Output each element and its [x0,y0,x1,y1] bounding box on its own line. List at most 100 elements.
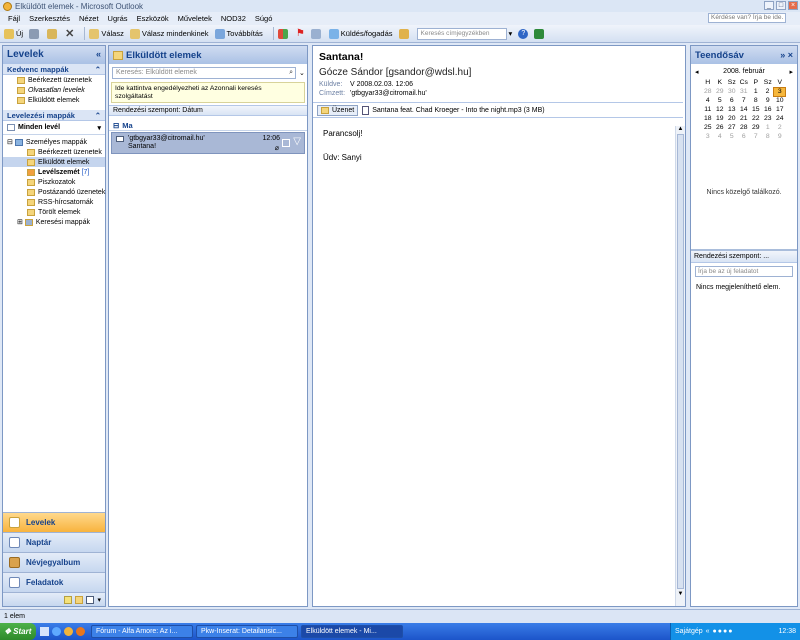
all-mail-selector[interactable]: Minden levél ▾ [3,121,105,135]
folder-sent[interactable]: Elküldött elemek [3,157,105,167]
categorize-button[interactable] [277,28,290,39]
quicklaunch-ie-icon[interactable] [52,627,61,636]
calendar-day[interactable]: 29 [714,87,726,96]
expand-icon[interactable]: » × [780,50,793,60]
calendar-day[interactable]: 6 [726,96,738,105]
taskbar-item-forum[interactable]: Fórum - Alfa Amore: Az i... [91,625,193,638]
favorite-unread[interactable]: Olvasatlan levelek [3,85,105,95]
folder-inbox[interactable]: Beérkezett üzenetek [3,147,105,157]
tray-icons[interactable]: ●●●● [713,628,734,635]
group-header-today[interactable]: ⊟ Ma [109,119,307,131]
calendar-day[interactable]: 22 [750,114,762,123]
calendar-day[interactable]: 2 [762,87,774,96]
calendar-day[interactable]: 1 [762,123,774,132]
calendar-day[interactable]: 23 [762,114,774,123]
junk-button[interactable] [310,28,323,39]
delete-button[interactable]: ✕ [65,27,74,40]
calendar-day[interactable]: 28 [738,123,750,132]
nav-button-tasks[interactable]: Feladatok [3,572,105,592]
nav-button-calendar[interactable]: Naptár [3,532,105,552]
quicklaunch-firefox-icon[interactable] [76,627,85,636]
search-icon[interactable]: ⌕ [289,68,293,78]
calendar-day[interactable]: 17 [774,105,786,114]
scroll-up-arrow[interactable]: ▲ [676,126,685,132]
close-button[interactable]: × [788,1,798,10]
prev-month-arrow[interactable]: ◂ [695,68,699,76]
calendar-day[interactable]: 15 [750,105,762,114]
maximize-button[interactable]: □ [776,1,786,10]
calendar-day[interactable]: 6 [738,132,750,141]
sort-header[interactable]: Rendezési szempont: Dátum [109,105,307,116]
address-book-button[interactable] [398,28,411,39]
instant-search-input[interactable]: Keresés: Elküldött elemek ⌕ [112,67,296,79]
calendar-day[interactable]: 31 [738,87,750,96]
calendar-day[interactable]: 3 [702,132,714,141]
message-tab[interactable]: Üzenet [317,104,359,116]
taskbar-item-pkw[interactable]: Pkw-Inserat: Detailansic... [196,625,298,638]
collapse-icon[interactable]: « [96,49,101,59]
mail-item[interactable]: 'gtbgyar33@citromail.hu' Santana! 12:06 … [111,132,305,154]
favorite-inbox[interactable]: Beérkezett üzenetek [3,75,105,85]
folder-search[interactable]: ⊞ Keresési mappák [3,217,105,227]
calendar-day[interactable]: 20 [726,114,738,123]
folder-list-icon[interactable] [75,595,84,604]
calendar-day[interactable]: 13 [726,105,738,114]
search-options-icon[interactable]: ⌄ [299,69,305,77]
calendar-day[interactable]: 2 [774,123,786,132]
menu-view[interactable]: Nézet [79,14,99,23]
calendar-day[interactable]: 8 [750,96,762,105]
calendar-day[interactable]: 3 [773,86,787,97]
recipient[interactable]: 'gtbgyar33@citromail.hu' [350,90,427,97]
menu-actions[interactable]: Műveletek [178,14,212,23]
folder-junk[interactable]: Levélszemét [7] [3,167,105,177]
calendar-day[interactable]: 1 [750,87,762,96]
minimize-button[interactable]: _ [764,1,774,10]
help-button[interactable]: ? [518,28,529,39]
folder-outbox[interactable]: Postázandó üzenetek [3,187,105,197]
next-month-arrow[interactable]: ▸ [789,68,793,76]
taskbar-item-outlook[interactable]: Elküldött elemek - Mi... [301,625,403,638]
reply-all-button[interactable]: Válasz mindenkinek [129,28,209,39]
forward-button[interactable]: Továbbítás [214,28,263,39]
calendar-day[interactable]: 5 [726,132,738,141]
quicklaunch-outlook-icon[interactable] [64,627,73,636]
calendar-day[interactable]: 7 [738,96,750,105]
follow-up-button[interactable]: ⚑ [296,28,305,39]
calendar-day[interactable]: 11 [702,105,714,114]
menu-help[interactable]: Súgó [255,14,273,23]
calendar-day[interactable]: 25 [702,123,714,132]
personal-folders[interactable]: ⊟ Személyes mappák [3,137,105,147]
flag-icon[interactable]: ▽ [293,136,301,147]
nav-button-contacts[interactable]: Névjegyalbum [3,552,105,572]
scroll-thumb[interactable] [677,134,684,589]
address-search-input[interactable]: Keresés címjegyzékben [416,27,507,40]
menu-edit[interactable]: Szerkesztés [29,14,70,23]
notes-icon[interactable] [64,595,73,604]
new-button[interactable]: Új [4,28,23,39]
calendar-day[interactable]: 4 [702,96,714,105]
expand-minus-icon[interactable]: ⊟ [7,138,13,146]
favorites-header[interactable]: Kedvenc mappák ⌃ [3,64,105,75]
calendar-day[interactable]: 30 [726,87,738,96]
calendar-day[interactable]: 19 [714,114,726,123]
folder-drafts[interactable]: Piszkozatok [3,177,105,187]
attachment-file[interactable]: Santana feat. Chad Kroeger - Into the ni… [362,105,545,115]
shortcuts-icon[interactable] [86,595,95,604]
calendar-day[interactable]: 10 [774,96,786,105]
calendar-day[interactable]: 8 [762,132,774,141]
scroll-down-arrow[interactable]: ▼ [676,591,685,597]
calendar-day[interactable]: 9 [762,96,774,105]
nav-button-mail[interactable]: Levelek [3,512,105,532]
calendar-day[interactable]: 7 [750,132,762,141]
reply-button[interactable]: Válasz [89,28,124,39]
quicklaunch-desktop-icon[interactable] [40,627,49,636]
calendar-day[interactable]: 14 [738,105,750,114]
calendar-day[interactable]: 27 [726,123,738,132]
print-button[interactable] [29,28,41,39]
instant-search-infobar[interactable]: Ide kattintva engedélyezheti az Azonnali… [111,82,305,103]
folder-rss[interactable]: RSS-hírcsatornák [3,197,105,207]
calendar-day[interactable]: 4 [714,132,726,141]
calendar-day[interactable]: 28 [702,87,714,96]
favorite-sent[interactable]: Elküldött elemek [3,95,105,105]
folder-deleted[interactable]: Törölt elemek [3,207,105,217]
